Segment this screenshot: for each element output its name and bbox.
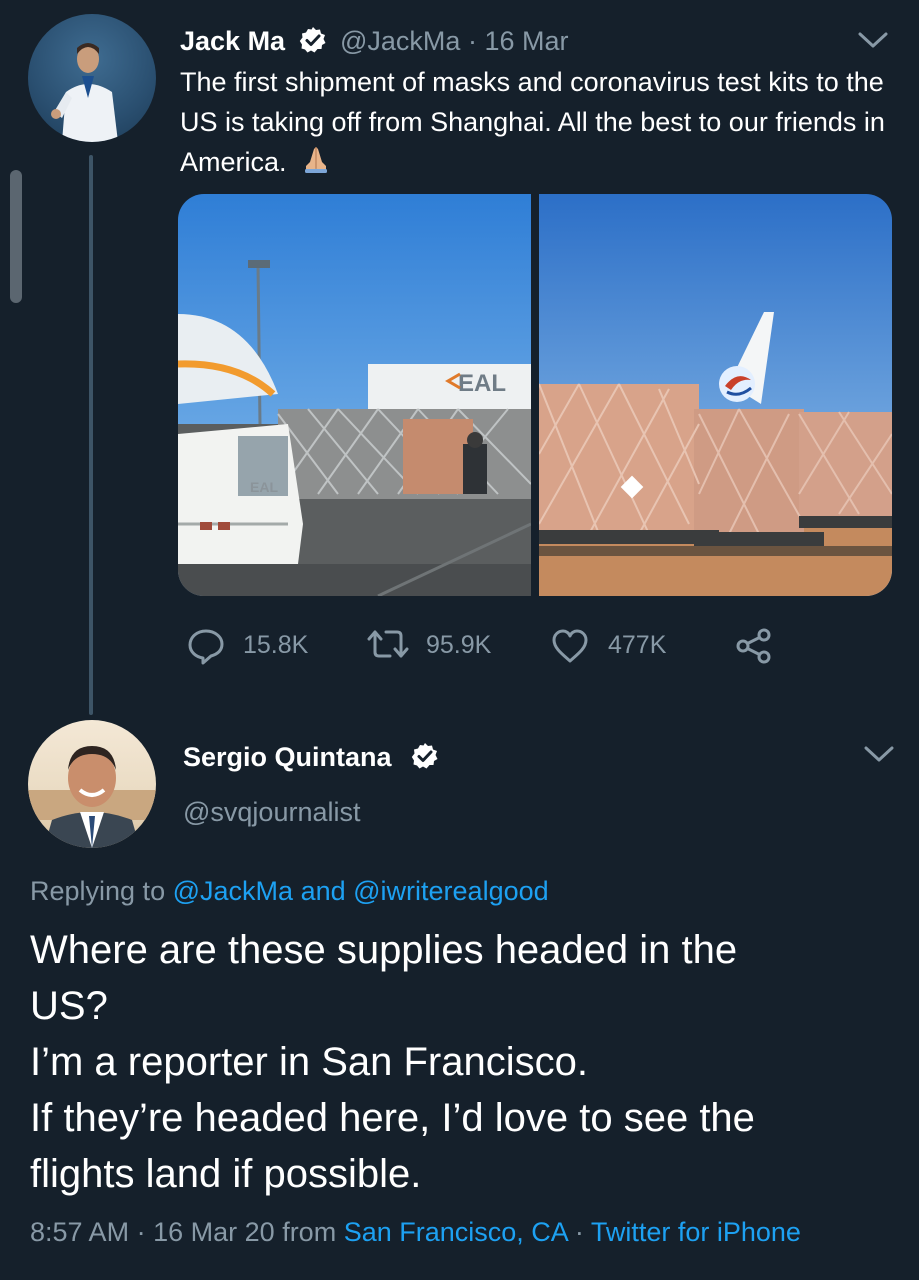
tweet-time: 8:57 AM (30, 1217, 130, 1247)
verified-badge-icon (299, 26, 327, 54)
replying-to: Replying to @JackMa and @iwriterealgood (30, 874, 549, 908)
separator: · (467, 26, 477, 56)
thread-connector-line (89, 155, 93, 715)
tweet-text: The first shipment of masks and coronavi… (180, 62, 900, 185)
tweet-date[interactable]: 16 Mar (484, 26, 568, 56)
eal-sign: EAL (458, 370, 506, 397)
tweet-text-line: flights land if possible. (30, 1152, 422, 1196)
mention-link[interactable]: @iwriterealgood (353, 876, 549, 906)
scrollbar[interactable] (10, 170, 22, 303)
tweet-text-line: US? (30, 984, 108, 1028)
tweet-text-line: Where are these supplies headed in the (30, 928, 738, 972)
chevron-down-icon[interactable] (856, 28, 890, 52)
separator: · (136, 1217, 146, 1247)
photo-cargo-pallets[interactable] (538, 194, 892, 596)
author-name[interactable]: Jack Ma (180, 24, 285, 58)
folded-hands-icon (301, 144, 331, 185)
share-icon[interactable] (734, 626, 774, 666)
author-name[interactable]: Sergio Quintana (183, 740, 392, 774)
chevron-down-icon[interactable] (862, 742, 896, 766)
like-heart-icon[interactable] (550, 626, 590, 666)
photo-truck-loading[interactable]: EAL EAL (178, 194, 532, 596)
tweet-media[interactable]: EAL EAL (178, 194, 892, 596)
tweet-date: 16 Mar 20 (153, 1217, 275, 1247)
tweet-text-line: I’m a reporter in San Francisco. (30, 1040, 588, 1084)
author-handle-and-date[interactable]: @JackMa · 16 Mar (340, 24, 569, 58)
tweet-metadata: 8:57 AM · 16 Mar 20 from San Francisco, … (30, 1215, 801, 1249)
reply-count: 15.8K (243, 631, 309, 659)
avatar-jack-ma[interactable] (28, 14, 156, 142)
source-link[interactable]: Twitter for iPhone (591, 1217, 801, 1247)
mention-link[interactable]: @JackMa (173, 876, 293, 906)
from-label: from (282, 1217, 337, 1247)
retweet-count: 95.9K (426, 631, 492, 659)
tweet-text-line: If they’re headed here, I’d love to see … (30, 1096, 755, 1140)
eal-truck-label: EAL (250, 479, 278, 495)
like-count: 477K (608, 631, 667, 659)
tweet-text: Where are these supplies headed in the U… (30, 922, 900, 1202)
separator: · (574, 1217, 584, 1247)
replying-prefix: Replying to (30, 876, 166, 906)
author-handle[interactable]: @svqjournalist (183, 795, 360, 829)
tweet-body: The first shipment of masks and coronavi… (180, 67, 885, 177)
retweet-icon[interactable] (366, 624, 409, 664)
location-link[interactable]: San Francisco, CA (344, 1217, 568, 1247)
verified-badge-icon (411, 742, 439, 770)
avatar-sergio-quintana[interactable] (28, 720, 156, 848)
replying-and[interactable]: and (301, 876, 346, 906)
author-handle[interactable]: @JackMa (340, 26, 460, 56)
reply-icon[interactable] (186, 626, 226, 666)
